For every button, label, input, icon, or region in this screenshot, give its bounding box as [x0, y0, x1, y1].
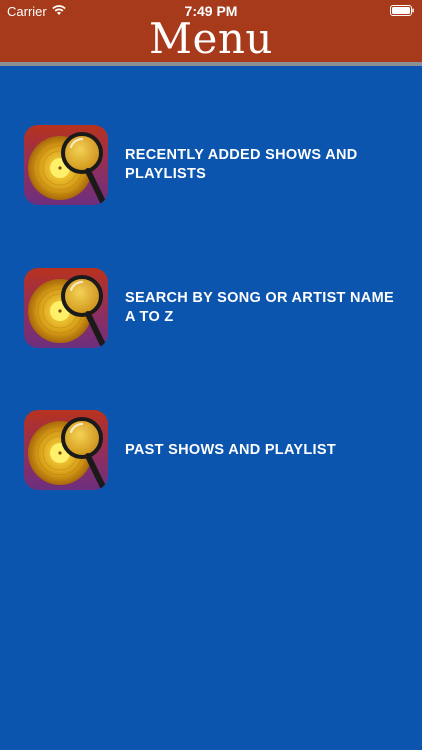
- battery-icon: [390, 5, 414, 16]
- menu-item-recently-added[interactable]: RECENTLY ADDED SHOWS AND PLAYLISTS: [24, 125, 404, 207]
- menu-screen: Carrier 7:49 PM Menu RECENTLY ADDED SHOW…: [0, 0, 422, 750]
- menu-item-label: PAST SHOWS AND PLAYLIST: [125, 441, 336, 458]
- record-magnifier-icon: [24, 410, 108, 490]
- page-title: Menu: [149, 14, 273, 63]
- menu-item-past-shows[interactable]: PAST SHOWS AND PLAYLIST: [24, 410, 404, 492]
- menu-item-label: RECENTLY ADDED SHOWS AND PLAYLISTS: [125, 147, 358, 182]
- menu-item-label: SEARCH BY SONG OR ARTIST NAME A TO Z: [125, 290, 394, 325]
- menu-item-search-song-artist[interactable]: SEARCH BY SONG OR ARTIST NAME A TO Z: [24, 268, 404, 350]
- record-magnifier-icon: [24, 125, 108, 205]
- record-magnifier-icon: [24, 268, 108, 348]
